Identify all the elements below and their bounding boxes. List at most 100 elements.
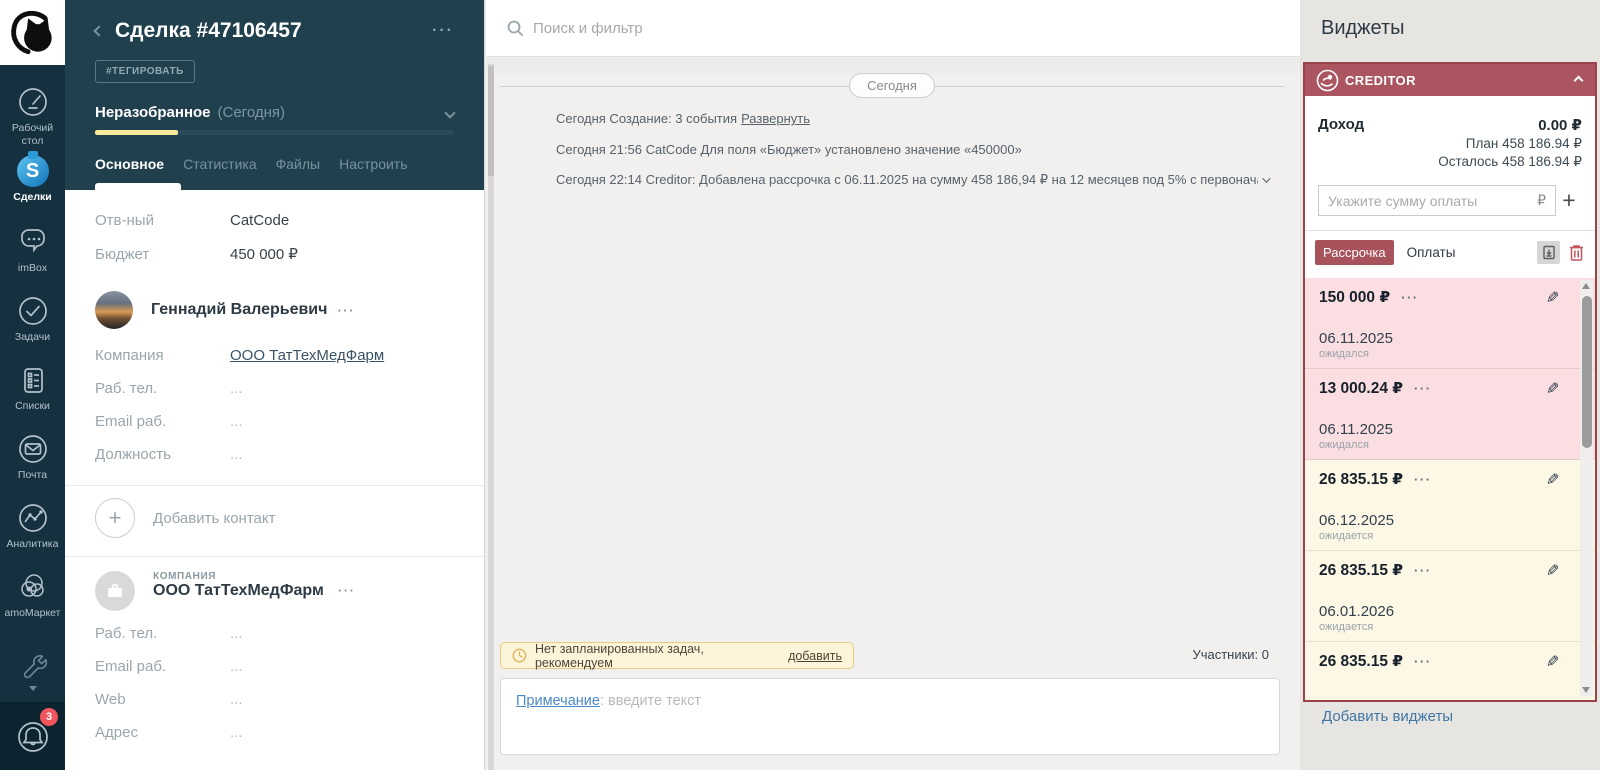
- left-nav-rail: Рабочий стол S Сделки imBox Задачи Списк…: [0, 0, 65, 770]
- payment-menu-button[interactable]: ···: [1414, 563, 1432, 578]
- sidebar-item-analytics[interactable]: Аналитика: [0, 502, 65, 551]
- back-icon[interactable]: [93, 25, 105, 37]
- payment-amount-field: ₽: [1318, 185, 1556, 216]
- note-type-selector[interactable]: Примечание: [516, 693, 600, 709]
- sidebar-item-tasks[interactable]: Задачи: [0, 295, 65, 344]
- tag-button[interactable]: #ТЕГИРОВАТЬ: [95, 60, 195, 83]
- amocrm-logo[interactable]: [0, 0, 65, 65]
- sidebar-item-imbox[interactable]: imBox: [0, 226, 65, 275]
- deal-title: Сделка #47106457: [115, 19, 302, 42]
- deal-header: Сделка #47106457 ··· #ТЕГИРОВАТЬ Неразоб…: [65, 0, 484, 190]
- sidebar-item-settings[interactable]: [0, 650, 65, 691]
- tab-files[interactable]: Файлы: [276, 156, 320, 172]
- contact-name[interactable]: Геннадий Валерьевич: [151, 301, 327, 319]
- pipeline-stage-selector[interactable]: Неразобранное (Сегодня): [95, 104, 456, 121]
- day-divider: Сегодня: [500, 73, 1284, 98]
- add-contact-button[interactable]: + Добавить контакт: [65, 486, 484, 550]
- tab-main[interactable]: Основное: [95, 156, 164, 172]
- sidebar-item-lists[interactable]: Списки: [0, 364, 65, 413]
- creditor-logo-icon: [1316, 69, 1339, 91]
- payment-status: ожидался: [1319, 439, 1369, 451]
- chevron-down-icon[interactable]: [1262, 174, 1271, 183]
- active-tab-indicator: [95, 183, 181, 190]
- no-tasks-banner: Нет запланированных задач, рекомендуем д…: [500, 642, 854, 670]
- payments-scrollbar[interactable]: [1580, 280, 1593, 696]
- contact-field-phone[interactable]: Раб. тел. ...: [65, 372, 484, 405]
- sidebar-item-label: Списки: [15, 400, 50, 412]
- note-input[interactable]: Примечание: введите текст: [500, 678, 1280, 755]
- company-field-web[interactable]: Web ...: [65, 683, 484, 716]
- add-widgets-link[interactable]: Добавить виджеты: [1322, 708, 1453, 725]
- payment-menu-button[interactable]: ···: [1401, 290, 1419, 305]
- export-document-button[interactable]: [1537, 241, 1560, 264]
- sidebar-item-amomarket[interactable]: amoМаркет: [0, 571, 65, 620]
- payment-row[interactable]: 26 835.15 ₽ ··· ✎ 06.12.2025 ожидается: [1305, 460, 1595, 551]
- deal-panel: Сделка #47106457 ··· #ТЕГИРОВАТЬ Неразоб…: [65, 0, 485, 770]
- delete-button[interactable]: [1568, 243, 1585, 262]
- expand-link[interactable]: Развернуть: [741, 111, 810, 126]
- edit-payment-icon[interactable]: ✎: [1546, 470, 1559, 490]
- add-payment-button[interactable]: +: [1556, 189, 1582, 212]
- sidebar-item-label: Сделки: [13, 191, 52, 203]
- company-menu-button[interactable]: ···: [338, 583, 356, 598]
- briefcase-icon: [108, 584, 122, 597]
- sidebar-item-desktop[interactable]: Рабочий стол: [0, 86, 65, 148]
- contact-field-position[interactable]: Должность ...: [65, 438, 484, 471]
- contact-menu-button[interactable]: ···: [337, 303, 355, 318]
- company-field-email[interactable]: Email раб. ...: [65, 650, 484, 683]
- tab-setup[interactable]: Настроить: [339, 156, 407, 172]
- payment-amount-input[interactable]: [1328, 192, 1538, 209]
- add-task-link[interactable]: добавить: [788, 649, 842, 663]
- edit-payment-icon[interactable]: ✎: [1546, 561, 1559, 581]
- payment-menu-button[interactable]: ···: [1414, 654, 1432, 669]
- payment-amount: 13 000.24 ₽: [1319, 380, 1404, 397]
- sidebar-item-deals[interactable]: S Сделки: [0, 151, 65, 204]
- deals-icon: S: [0, 151, 65, 187]
- company-avatar[interactable]: [95, 571, 135, 611]
- trash-icon: [1570, 245, 1583, 261]
- note-placeholder: : введите текст: [599, 693, 702, 709]
- payment-amount: 26 835.15 ₽: [1319, 653, 1404, 670]
- company-name[interactable]: ООО ТатТехМедФарм: [153, 582, 324, 599]
- creditor-widget-header[interactable]: CREDITOR: [1305, 64, 1595, 96]
- payment-menu-button[interactable]: ···: [1414, 381, 1432, 396]
- payment-row[interactable]: 26 835.15 ₽ ··· ✎: [1305, 642, 1595, 700]
- feed-event-budget: Сегодня 21:56 CatCode Для поля «Бюджет» …: [556, 141, 1022, 157]
- company-field-phone[interactable]: Раб. тел. ...: [65, 617, 484, 650]
- payment-row[interactable]: 150 000 ₽ ··· ✎ 06.11.2025 ожидался: [1305, 278, 1595, 369]
- payment-status: ожидается: [1319, 621, 1374, 633]
- company-field-address[interactable]: Адрес ...: [65, 716, 484, 749]
- tab-payments[interactable]: Оплаты: [1407, 245, 1537, 260]
- feed-scrollbar-thumb[interactable]: [488, 66, 494, 176]
- sidebar-item-label: Задачи: [14, 331, 51, 343]
- income-value: 0.00 ₽: [1538, 117, 1582, 134]
- edit-payment-icon[interactable]: ✎: [1546, 288, 1559, 308]
- collapse-icon[interactable]: [1573, 75, 1584, 85]
- contact-avatar[interactable]: [95, 291, 133, 329]
- feed-event-creation: Сегодня Создание: 3 события Развернуть: [556, 111, 810, 126]
- payment-menu-button[interactable]: ···: [1414, 472, 1432, 487]
- contact-field-company[interactable]: Компания ООО ТатТехМедФарм: [65, 339, 484, 372]
- sidebar-item-notifications[interactable]: 3: [0, 702, 65, 770]
- edit-payment-icon[interactable]: ✎: [1546, 652, 1559, 672]
- scroll-down-icon[interactable]: [1582, 687, 1590, 693]
- field-responsible[interactable]: Отв-ный CatCode: [65, 204, 484, 237]
- creditor-widget: CREDITOR Доход 0.00 ₽ План 458 186.94 ₽ …: [1303, 62, 1597, 702]
- tab-installment[interactable]: Рассрочка: [1315, 240, 1394, 265]
- contact-field-email[interactable]: Email раб. ...: [65, 405, 484, 438]
- scroll-up-icon[interactable]: [1582, 283, 1590, 289]
- payment-amount: 26 835.15 ₽: [1319, 471, 1404, 488]
- payment-row[interactable]: 13 000.24 ₽ ··· ✎ 06.11.2025 ожидался: [1305, 369, 1595, 460]
- payment-row[interactable]: 26 835.15 ₽ ··· ✎ 06.01.2026 ожидается: [1305, 551, 1595, 642]
- plus-icon: +: [95, 498, 135, 538]
- field-budget[interactable]: Бюджет 450 000 ₽: [65, 237, 484, 271]
- sidebar-item-mail[interactable]: Почта: [0, 433, 65, 482]
- tab-statistics[interactable]: Статистика: [183, 156, 257, 172]
- search-input[interactable]: [533, 19, 833, 37]
- payment-amount: 150 000 ₽: [1319, 289, 1391, 306]
- edit-payment-icon[interactable]: ✎: [1546, 379, 1559, 399]
- widgets-title: Виджеты: [1321, 17, 1405, 39]
- deal-menu-button[interactable]: ···: [432, 22, 454, 40]
- payments-scrollbar-thumb[interactable]: [1581, 296, 1592, 448]
- deal-details: Отв-ный CatCode Бюджет 450 000 ₽ Геннади…: [65, 190, 484, 749]
